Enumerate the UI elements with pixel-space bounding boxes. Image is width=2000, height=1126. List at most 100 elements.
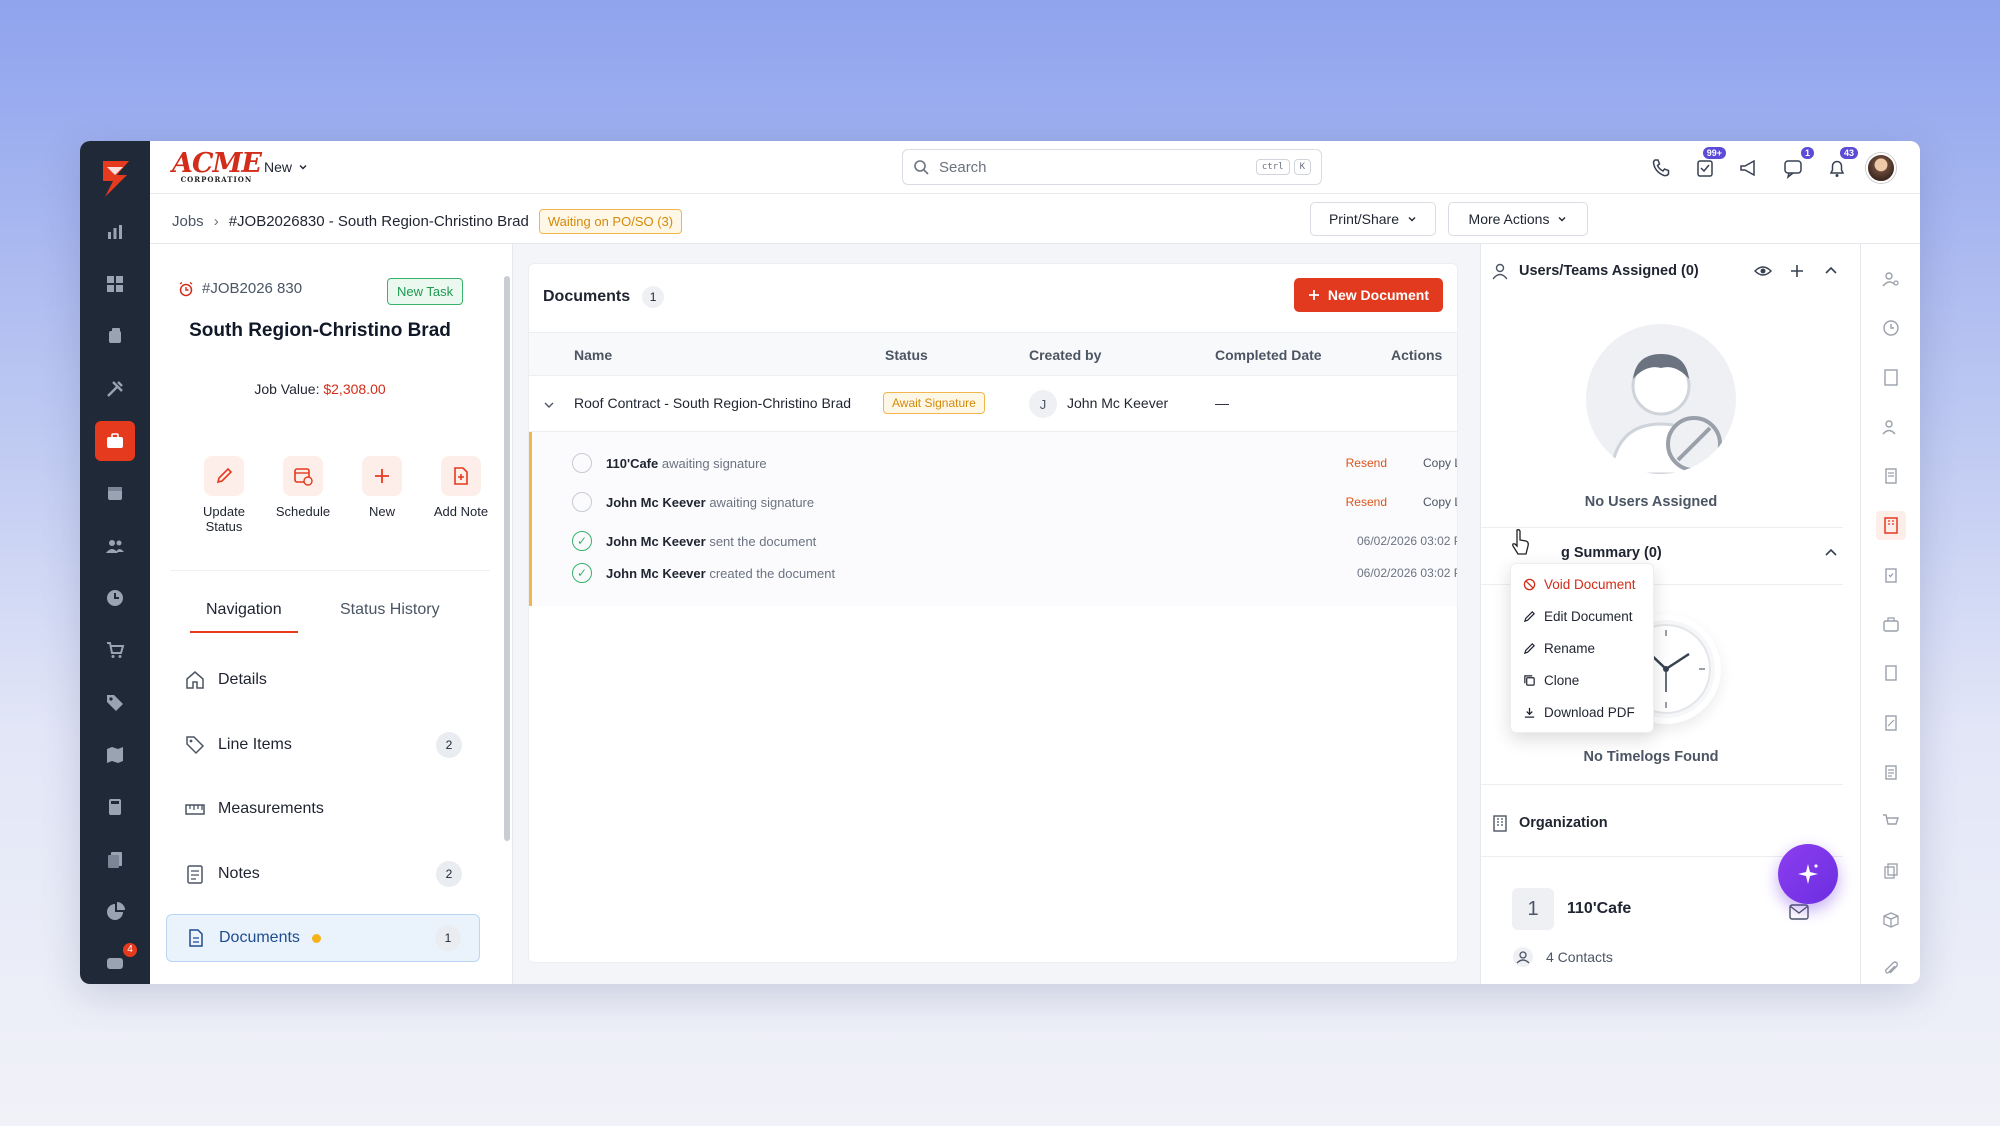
megaphone-icon[interactable] [1734,153,1764,183]
tag-icon[interactable] [95,683,135,722]
nav-documents-label: Documents [219,929,300,946]
add-note-label: Add Note [433,504,489,519]
attachment-icon[interactable] [1876,955,1906,984]
plus-icon[interactable] [1788,262,1806,280]
col-status[interactable]: Status [885,347,928,363]
table-row[interactable]: Roof Contract - South Region-Christino B… [529,376,1457,432]
user-search-icon[interactable] [1876,264,1906,293]
users-teams-title: Users/Teams Assigned (0) [1519,263,1699,279]
brand-logo[interactable]: ACME CORPORATION [172,150,262,183]
chevron-down-icon [1408,217,1416,222]
nav-item-details[interactable]: Details [166,656,480,704]
col-name[interactable]: Name [574,347,612,363]
organization-name[interactable]: 110'Cafe [1567,900,1631,918]
nav-item-documents[interactable]: Documents 1 [166,914,480,962]
calendar-icon[interactable] [95,474,135,513]
support-chat-icon[interactable]: 4 [95,940,139,984]
nav-item-line-items[interactable]: Line Items 2 [166,721,480,769]
menu-void-document[interactable]: Void Document [1511,568,1653,600]
people-icon[interactable] [1876,412,1906,441]
briefcase-icon[interactable] [1876,609,1906,638]
note-plus-icon [441,456,481,496]
phone-icon[interactable] [1646,153,1676,183]
col-actions: Actions [1391,347,1443,363]
menu-rename[interactable]: Rename [1511,632,1653,664]
line-items-count: 2 [436,732,462,758]
map-icon[interactable] [95,735,135,774]
scrollbar-thumb[interactable] [504,276,510,841]
chat-icon[interactable]: 1 [1778,147,1814,183]
contacts-icon[interactable] [95,526,135,565]
new-task-button[interactable]: New Task [387,278,464,305]
update-status-button[interactable]: Update Status [184,456,264,534]
files-icon[interactable] [95,840,135,879]
history-date: 06/02/2026 03:02 PM [1357,534,1457,548]
nav-item-measurements[interactable]: Measurements [166,785,480,833]
job-value-label: Job Value: [254,381,320,397]
menu-edit-document[interactable]: Edit Document [1511,600,1653,632]
cart-icon[interactable] [95,631,135,670]
checklist-icon[interactable] [1876,757,1906,786]
order-cart-icon[interactable] [1876,807,1906,836]
organization-icon[interactable] [1875,510,1906,540]
document-name[interactable]: Roof Contract - South Region-Christino B… [574,395,851,411]
user-avatar[interactable] [1866,153,1896,183]
resend-link[interactable]: Resend [1346,495,1387,509]
breadcrumb-jobs-link[interactable]: Jobs [172,213,204,230]
job-value: Job Value: $2,308.00 [170,381,470,397]
menu-download-pdf[interactable]: Download PDF [1511,696,1653,728]
job-value-amount: $2,308.00 [323,381,386,397]
document-icon [189,929,203,947]
nav-item-notes[interactable]: Notes 2 [166,850,480,898]
col-created-by[interactable]: Created by [1029,347,1101,363]
tasks-icon[interactable]: 99+ [1690,147,1726,183]
history-what: awaiting signature [709,494,815,510]
copy-link[interactable]: Copy Link [1423,456,1457,470]
app-logo-icon[interactable] [95,157,135,199]
search-input[interactable]: Search ctrl K [902,149,1322,185]
eye-icon[interactable] [1754,262,1772,280]
bell-icon[interactable]: 43 [1822,147,1858,183]
new-button[interactable]: New [342,456,422,519]
document-icon[interactable] [1876,659,1906,688]
alarm-clock-icon [179,281,193,296]
dashboard-grid-icon[interactable] [95,264,135,303]
resend-link[interactable]: Resend [1346,456,1387,470]
calculator-icon[interactable] [95,788,135,827]
invoice-icon[interactable] [1876,461,1906,490]
menu-download-label: Download PDF [1544,704,1635,720]
more-actions-button[interactable]: More Actions [1448,202,1588,236]
pie-chart-icon[interactable] [95,892,135,931]
tab-navigation[interactable]: Navigation [190,601,298,633]
tab-status-history[interactable]: Status History [340,601,440,619]
reports-icon[interactable] [95,212,135,251]
tools-icon[interactable] [95,369,135,408]
document-actions-menu: Void Document Edit Document Rename Clone… [1510,563,1654,733]
time-icon[interactable] [1876,313,1906,342]
new-menu-button[interactable]: New [264,159,308,175]
chevron-down-icon[interactable] [543,399,555,411]
chevron-up-icon[interactable] [1822,544,1840,562]
building-icon[interactable] [1876,363,1906,392]
menu-clone[interactable]: Clone [1511,664,1653,696]
col-completed-date[interactable]: Completed Date [1215,347,1322,363]
mail-icon[interactable] [1789,904,1809,920]
projects-icon[interactable] [95,317,135,356]
package-icon[interactable] [1876,905,1906,934]
organization-contacts[interactable]: 4 Contacts [1512,946,1613,968]
ai-assistant-button[interactable] [1778,844,1838,904]
copy-link[interactable]: Copy Link [1423,495,1457,509]
print-share-button[interactable]: Print/Share [1310,202,1436,236]
estimate-icon[interactable] [1876,708,1906,737]
jobs-briefcase-icon[interactable] [95,421,135,461]
schedule-button[interactable]: Schedule [263,456,343,519]
clock-icon[interactable] [95,578,135,617]
copy-files-icon[interactable] [1876,856,1906,885]
clipboard-icon[interactable] [1876,560,1906,589]
job-status-badge[interactable]: Waiting on PO/SO (3) [538,209,683,234]
add-note-button[interactable]: Add Note [421,456,501,519]
chevron-up-icon[interactable] [1822,262,1840,280]
documents-title: Documents [543,288,631,305]
new-document-button[interactable]: New Document [1293,278,1443,312]
left-panel-scrollbar[interactable] [504,256,510,976]
